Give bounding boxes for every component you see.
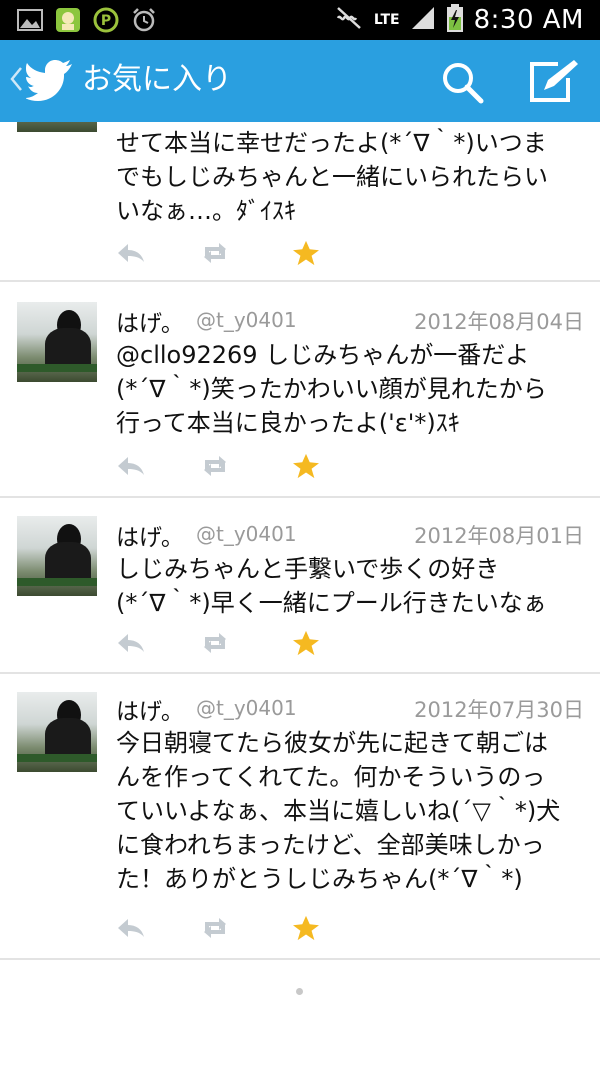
system-icons: LTE 8:30 AM — [334, 0, 584, 40]
network-type: LTE — [373, 12, 400, 28]
favorite-star-icon[interactable] — [291, 915, 321, 941]
tweet-author-handle[interactable]: @t_y0401 — [196, 308, 297, 332]
favorite-star-icon[interactable] — [291, 453, 321, 479]
reply-icon[interactable] — [116, 453, 146, 479]
reply-icon[interactable] — [116, 630, 146, 656]
reply-icon[interactable] — [116, 915, 146, 941]
tweet-date: 2012年08月04日 — [414, 310, 584, 334]
tweet-date: 2012年07月30日 — [414, 698, 584, 722]
tweet-item[interactable]: はげ。 @t_y0401 2012年08月04日 @cllo92269 しじみち… — [0, 282, 600, 498]
battery-charging-icon — [446, 3, 464, 37]
tweet-author-handle[interactable]: @t_y0401 — [196, 522, 297, 546]
back-chevron-icon[interactable] — [8, 64, 24, 94]
avatar[interactable] — [17, 692, 97, 772]
timeline[interactable]: せて本当に幸せだったよ(*´∇｀*)いつま でもしじみちゃんと一緒にいられたらい… — [0, 122, 600, 1066]
load-more-indicator — [296, 988, 303, 995]
avatar[interactable] — [17, 516, 97, 596]
tweet-date: 2012年08月01日 — [414, 524, 584, 548]
signal-icon — [410, 5, 436, 35]
reply-icon[interactable] — [116, 240, 146, 266]
tweet-text: @cllo92269 しじみちゃんが一番だよ (*´∇｀*)笑ったかわいい顔が見… — [116, 341, 547, 437]
mute-icon — [334, 5, 364, 35]
favorite-star-icon[interactable] — [291, 630, 321, 656]
tweet-item[interactable]: せて本当に幸せだったよ(*´∇｀*)いつま でもしじみちゃんと一緒にいられたらい… — [0, 122, 600, 282]
twitter-bird-icon[interactable] — [26, 58, 74, 102]
retweet-icon[interactable] — [200, 630, 230, 656]
tweet-author-name[interactable]: はげ。 — [116, 518, 184, 552]
retweet-icon[interactable] — [200, 453, 230, 479]
tweet-item[interactable]: はげ。 @t_y0401 2012年07月30日 今日朝寝てたら彼女が先に起きて… — [0, 674, 600, 960]
retweet-icon[interactable] — [200, 915, 230, 941]
tweet-text: せて本当に幸せだったよ(*´∇｀*)いつま でもしじみちゃんと一緒にいられたらい… — [116, 129, 548, 225]
tweet-item[interactable]: はげ。 @t_y0401 2012年08月01日 しじみちゃんと手繋いで歩くの好… — [0, 498, 600, 674]
page-title: お気に入り — [82, 62, 232, 97]
notification-icons: P — [16, 6, 158, 34]
tweet-text: 今日朝寝てたら彼女が先に起きて朝ごは んを作ってくれてた。何かそういうのっ てい… — [116, 729, 561, 893]
search-icon[interactable] — [440, 60, 484, 104]
clock: 8:30 AM — [473, 5, 584, 35]
parking-app-icon: P — [92, 6, 120, 34]
favorite-star-icon[interactable] — [291, 240, 321, 266]
alarm-icon — [130, 6, 158, 34]
compose-icon[interactable] — [528, 58, 580, 104]
app-icon — [54, 6, 82, 34]
retweet-icon[interactable] — [200, 240, 230, 266]
gallery-icon — [16, 6, 44, 34]
tweet-text: しじみちゃんと手繋いで歩くの好き (*´∇｀*)早く一緒にプール行きたいなぁ — [116, 555, 547, 617]
avatar[interactable] — [17, 122, 97, 132]
tweet-author-name[interactable]: はげ。 — [116, 692, 184, 726]
tweet-author-name[interactable]: はげ。 — [116, 304, 184, 338]
svg-text:P: P — [101, 13, 111, 29]
tweet-author-handle[interactable]: @t_y0401 — [196, 696, 297, 720]
app-bar: お気に入り — [0, 40, 600, 122]
avatar[interactable] — [17, 302, 97, 382]
status-bar: P LTE 8:30 AM — [0, 0, 600, 40]
